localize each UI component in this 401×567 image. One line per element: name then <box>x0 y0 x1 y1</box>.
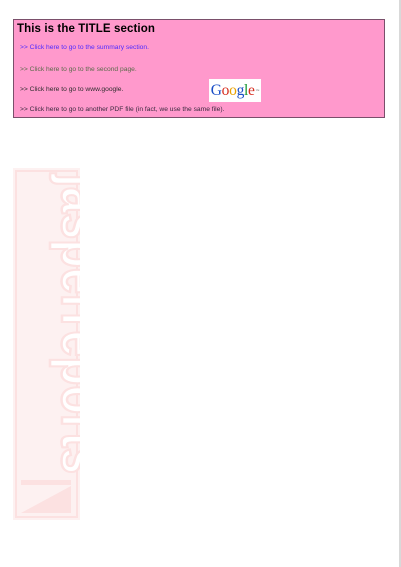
title-section: This is the TITLE section >> Click here … <box>13 19 385 118</box>
google-logo-letter: o <box>229 81 237 99</box>
google-logo[interactable]: Go o g l e ™ <box>209 79 261 102</box>
summary-section-link[interactable]: >> Click here to go to the summary secti… <box>20 44 149 51</box>
second-page-link[interactable]: >> Click here to go to the second page. <box>20 66 137 73</box>
google-link[interactable]: >> Click here to go to www.google. <box>20 86 123 93</box>
google-logo-letter: G <box>210 81 222 99</box>
google-logo-letter: e <box>248 81 255 99</box>
pdf-file-link[interactable]: >> Click here to go to another PDF file … <box>20 106 224 113</box>
section-title: This is the TITLE section <box>17 23 155 35</box>
watermark-text: jasperreports <box>49 173 80 474</box>
jasperreports-watermark-logo: jasperreports <box>13 168 80 520</box>
google-logo-letter: o <box>221 81 230 99</box>
google-logo-letter: g <box>236 81 245 99</box>
